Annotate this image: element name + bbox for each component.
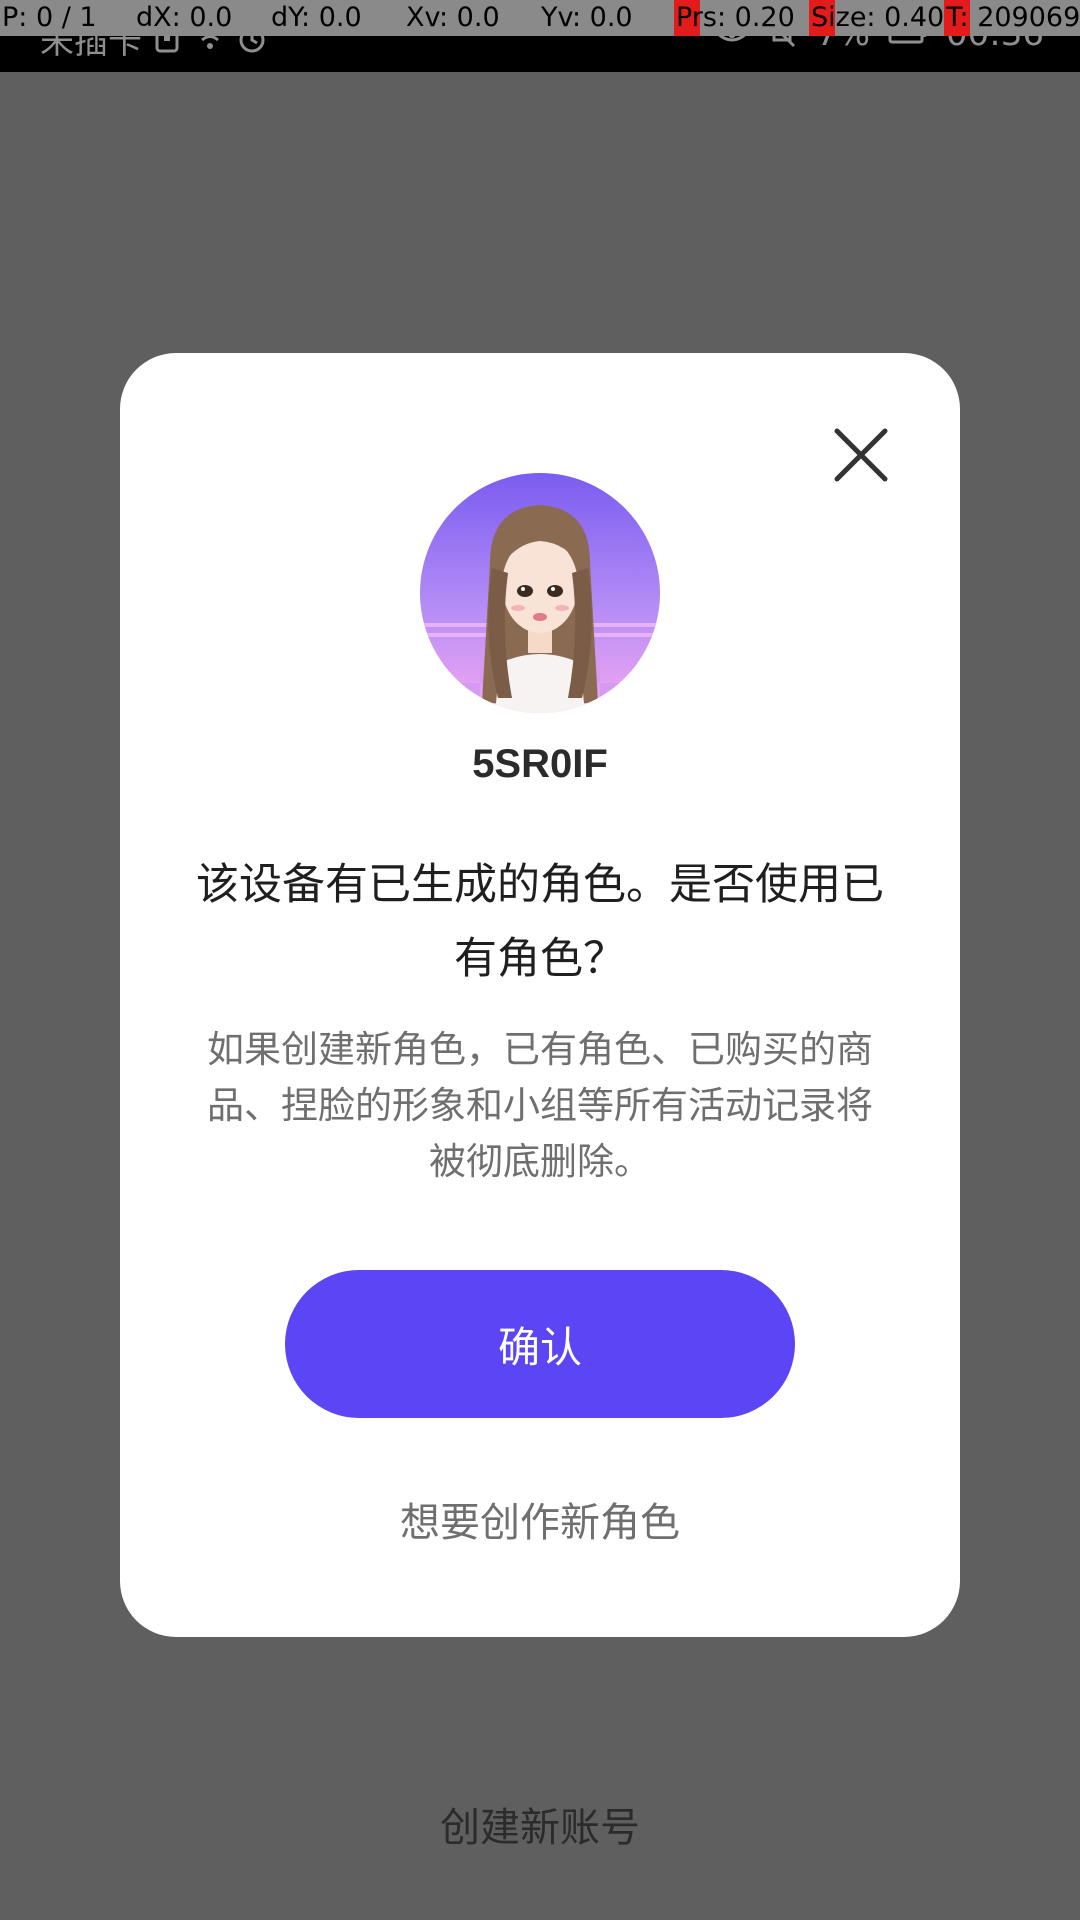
username-label: 5SR0IF xyxy=(472,742,608,786)
debug-yv: Yv: 0.0 xyxy=(541,2,633,33)
create-new-character-link[interactable]: 想要创作新角色 xyxy=(0,1490,1080,1548)
create-account-link[interactable]: 创建新账号 xyxy=(0,1795,1080,1853)
dialog-headline: 该设备有已生成的角色。是否使用已有角色？ xyxy=(196,860,884,984)
debug-dy: dY: 0.0 xyxy=(271,2,362,33)
pointer-location-overlay: P: 0 / 1 dX: 0.0 dY: 0.0 Xv: 0.0 Yv: 0.0… xyxy=(0,0,1080,36)
confirm-button-label: 确认 xyxy=(497,1322,582,1372)
debug-xv: Xv: 0.0 xyxy=(406,2,500,33)
debug-dx: dX: 0.0 xyxy=(136,2,233,33)
debug-pointer: P: 0 / 1 xyxy=(2,2,97,33)
dialog-description: 如果创建新角色，已有角色、已购买的商品、捏脸的形象和小组等所有活动记录将被彻底删… xyxy=(207,1028,873,1183)
debug-pressure: Prs: 0.20 xyxy=(674,0,809,36)
character-avatar xyxy=(420,473,660,713)
confirm-button[interactable]: 确认 xyxy=(285,1270,795,1418)
debug-size: Size: 0.40 xyxy=(809,0,944,36)
close-icon[interactable] xyxy=(825,419,897,491)
debug-touch: T: 209069 xyxy=(944,0,1080,36)
